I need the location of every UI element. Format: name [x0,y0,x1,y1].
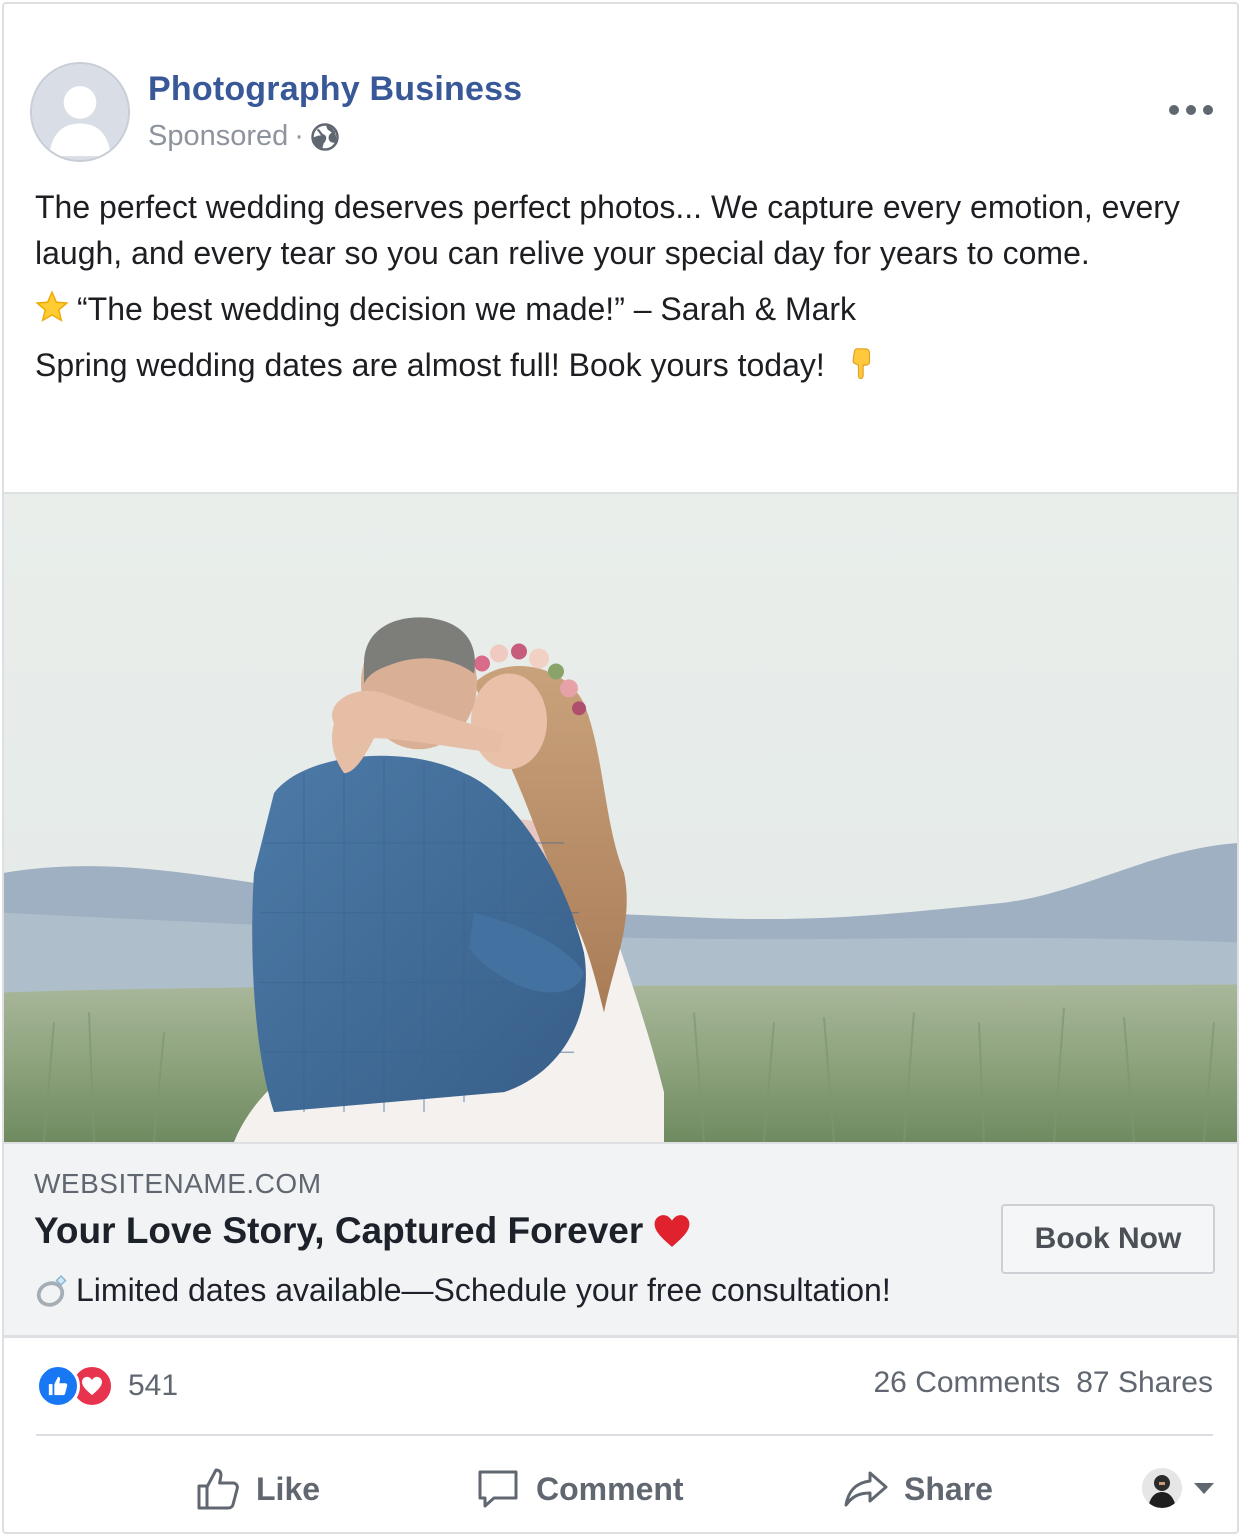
more-options-icon[interactable] [1169,96,1213,124]
dot-icon [1186,105,1196,115]
link-headline-text: Your Love Story, Captured Forever [34,1210,644,1251]
red-heart-emoji-icon [654,1215,690,1247]
actions-divider [36,1434,1213,1436]
dot-icon [1203,105,1213,115]
ad-image[interactable] [4,492,1237,1142]
link-description: Limited dates available—Schedule your fr… [34,1272,891,1309]
viewer-avatar [1142,1468,1182,1508]
post-meta: Sponsored · [148,120,340,153]
share-label: Share [904,1470,993,1507]
dot-icon [1169,105,1179,115]
post-actions: Like Comment Share [4,1444,1237,1532]
link-domain: WEBSITENAME.COM [34,1168,322,1199]
comments-count-link[interactable]: 26 Comments [873,1366,1060,1400]
like-button[interactable]: Like [194,1444,321,1532]
share-button[interactable]: Share [842,1444,993,1532]
comment-share-counts: 26 Comments 87 Shares [873,1366,1213,1400]
link-description-text: Limited dates available—Schedule your fr… [76,1272,891,1308]
testimonial-line: “The best wedding decision we made!” – S… [35,286,1205,332]
comment-label: Comment [536,1470,684,1507]
reactions-summary[interactable]: 541 [36,1364,178,1408]
comment-button[interactable]: Comment [474,1444,684,1532]
share-arrow-icon [844,1471,888,1507]
globe-icon[interactable] [310,122,340,152]
testimonial-text: “The best wedding decision we made!” – S… [77,291,857,327]
ring-emoji-icon [36,1274,67,1307]
cta-line: Spring wedding dates are almost full! Bo… [35,342,1205,388]
chevron-down-icon [1194,1482,1214,1494]
like-reaction-icon [36,1364,80,1408]
shares-count-link[interactable]: 87 Shares [1076,1366,1213,1400]
ad-post-card: Photography Business Sponsored · The per… [2,2,1239,1534]
like-label: Like [256,1470,321,1507]
page-name-link[interactable]: Photography Business [148,70,522,109]
post-as-selector[interactable] [1142,1468,1214,1508]
link-preview[interactable]: WEBSITENAME.COM Your Love Story, Capture… [4,1142,1237,1338]
meta-separator: · [294,120,304,152]
post-body: The perfect wedding deserves perfect pho… [35,184,1205,398]
engagement-bar: 541 26 Comments 87 Shares [36,1356,1213,1416]
star-emoji-icon [35,290,69,322]
wedding-couple-photo [4,494,1237,1142]
pointing-down-emoji-icon [852,348,870,380]
comment-bubble-icon [478,1470,518,1508]
sponsored-label[interactable]: Sponsored [148,120,288,153]
post-body-paragraph: The perfect wedding deserves perfect pho… [35,189,1180,271]
default-profile-icon [32,64,128,160]
cta-line-text: Spring wedding dates are almost full! Bo… [35,347,825,383]
link-headline: Your Love Story, Captured Forever [34,1210,691,1252]
thumbs-up-icon [197,1468,239,1510]
book-now-button[interactable]: Book Now [1001,1204,1215,1274]
reaction-count: 541 [128,1369,179,1402]
page-avatar[interactable] [30,62,130,162]
